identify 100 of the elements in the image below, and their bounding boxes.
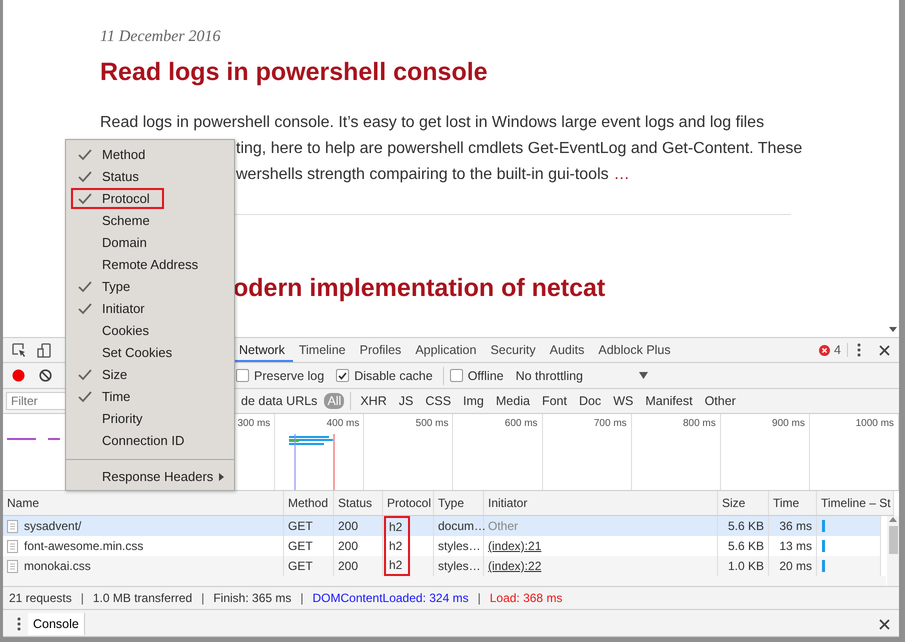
time-tick: 400 ms [326, 418, 360, 429]
devtools-tab[interactable]: Timeline [290, 338, 354, 362]
menu-item[interactable]: Initiator [71, 298, 159, 319]
check-icon [78, 170, 92, 182]
type-filter[interactable]: Manifest [642, 393, 696, 409]
column-header[interactable]: Status [334, 491, 383, 515]
summary-text: Finish: 365 ms [213, 591, 292, 605]
post-title[interactable]: Read logs in powershell console [100, 58, 887, 94]
timing-bar-icon [821, 540, 826, 552]
menu-item[interactable]: Set Cookies [71, 342, 186, 363]
type-filter[interactable]: JS [396, 393, 416, 409]
option-label: Disable cache [354, 368, 433, 382]
column-header[interactable]: Time [769, 491, 817, 515]
request-row[interactable]: sysadvent/ GET 200 h2 docum… Other 5.6 KB 36 ms [3, 516, 881, 536]
check-icon [78, 368, 92, 380]
post-title[interactable]: odern implementation of netcat [233, 274, 887, 303]
column-header[interactable]: Size [718, 491, 769, 515]
excerpt-text: Read logs in powershell console. It’s easy to get lost in Windows large event logs and log files [100, 113, 764, 133]
drawer-tab[interactable]: Console [28, 613, 85, 635]
read-more-link[interactable]: … [614, 162, 630, 188]
devtools-tab[interactable]: Security [482, 338, 544, 362]
check-icon [78, 302, 92, 314]
devtools-tab[interactable]: Network [231, 338, 293, 362]
devtools-tab[interactable]: Application [407, 338, 484, 362]
table-cell: styles… [438, 539, 481, 553]
time-tick: 1000 ms [856, 418, 894, 429]
type-filter[interactable]: Img [460, 393, 487, 409]
more-icon[interactable] [857, 343, 861, 357]
type-filter[interactable]: Media [492, 393, 533, 409]
type-filter[interactable]: WS [610, 393, 636, 409]
table-cell: 36 ms [779, 519, 812, 533]
time-tick: 500 ms [416, 418, 448, 429]
excerpt-text: wershells strength compairing to the built-in gui-tools [236, 165, 609, 185]
close-icon[interactable] [879, 344, 890, 356]
checkbox[interactable] [450, 369, 463, 382]
column-header[interactable]: Protocol [383, 491, 434, 515]
menu-item[interactable]: Status [71, 166, 153, 187]
initiator-link[interactable]: (index):22 [488, 559, 542, 573]
table-cell: sysadvent/ [24, 519, 82, 533]
separator-text: | [300, 591, 304, 605]
menu-item[interactable]: Connection ID [71, 430, 198, 451]
table-cell: monokai.css [24, 559, 91, 573]
more-icon[interactable] [17, 617, 21, 631]
waterfall-drawing [289, 434, 335, 490]
scroll-up-icon [889, 516, 897, 522]
scrollbar-thumb[interactable] [888, 526, 898, 554]
menu-item[interactable]: Cookies [71, 320, 163, 341]
time-tick: 300 ms [237, 418, 270, 429]
devtools-tab[interactable]: Profiles [352, 338, 410, 362]
initiator-link[interactable]: (index):21 [488, 539, 542, 553]
timing-bar-icon [821, 560, 826, 572]
menu-item[interactable]: Type [71, 276, 144, 297]
checkbox[interactable] [236, 369, 249, 382]
type-filter[interactable]: XHR [357, 393, 390, 409]
option-label: Preserve log [254, 368, 324, 382]
excerpt-text: ting, here to help are powershell cmdlets Get-EventLog and Get-Content. These [236, 139, 802, 159]
column-header[interactable]: Method [284, 491, 334, 515]
time-tick: 800 ms [682, 418, 716, 429]
menu-item[interactable]: Method [71, 144, 160, 165]
error-icon [819, 344, 830, 356]
clear-icon[interactable] [39, 369, 52, 382]
table-cell: 5.6 KB [728, 519, 764, 533]
table-cell: styles… [438, 559, 481, 573]
error-count: 4 [834, 343, 841, 357]
check-icon [78, 148, 92, 160]
menu-item[interactable]: Size [71, 364, 142, 385]
dropdown-caret-icon [638, 372, 648, 379]
type-filter[interactable]: Other [702, 393, 739, 409]
type-filter[interactable]: Font [538, 393, 570, 409]
column-header[interactable]: Type [434, 491, 484, 515]
menu-item[interactable]: Scheme [71, 210, 164, 231]
menu-item[interactable]: Remote Address [71, 254, 212, 275]
column-header[interactable]: Initiator [484, 491, 718, 515]
type-filter[interactable]: Doc [576, 393, 604, 409]
table-cell: 200 [338, 559, 358, 573]
file-icon [7, 520, 18, 532]
column-header[interactable]: Timeline – St [817, 491, 894, 515]
summary-text: 1.0 MB transferred [92, 591, 192, 605]
devtools-tab[interactable]: Adblock Plus [590, 338, 679, 362]
post-date: 11 December 2016 [100, 28, 222, 47]
summary-text: DOMContentLoaded: 324 ms [312, 591, 469, 605]
request-row[interactable]: monokai.css GET 200 h2 styles… (index):22 1.0 KB 20 ms [3, 556, 881, 576]
check-icon [78, 390, 92, 402]
separator-text: | [80, 591, 84, 605]
summary-text: 21 requests [9, 591, 72, 605]
menu-item[interactable]: Priority [71, 408, 156, 429]
table-cell: docum… [438, 519, 486, 533]
menu-item[interactable]: Domain [71, 232, 161, 253]
table-cell: font-awesome.min.css [24, 539, 144, 553]
checkbox[interactable] [336, 369, 350, 382]
menu-item[interactable]: Protocol [71, 188, 164, 209]
device-icon[interactable] [37, 342, 51, 358]
throttling-select[interactable]: No throttling [516, 368, 648, 382]
table-cell: 5.6 KB [728, 539, 764, 553]
inspect-icon[interactable] [12, 343, 26, 357]
type-filter[interactable]: CSS [422, 393, 454, 409]
devtools-tab[interactable]: Audits [542, 338, 592, 362]
close-icon[interactable] [879, 618, 890, 630]
menu-item[interactable]: Response Headers [71, 466, 238, 487]
record-icon[interactable] [12, 369, 25, 382]
